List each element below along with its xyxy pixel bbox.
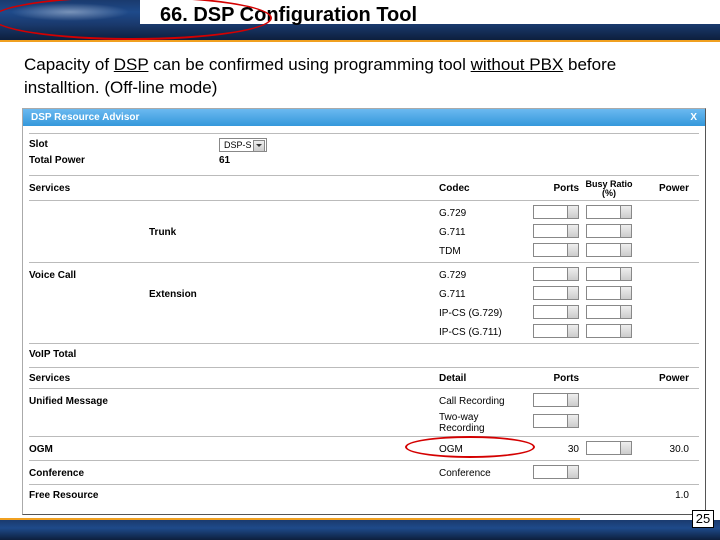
dsp-tool-window: DSP Resource Advisor X Slot DSP-S Total … <box>22 108 706 515</box>
col-ports: Ports <box>519 183 579 194</box>
col-codec: Codec <box>439 183 519 194</box>
codec-label: G.711 <box>439 289 519 300</box>
conference-label: Conference <box>29 468 149 479</box>
detail-label: Two-way Recording <box>439 412 519 434</box>
busy-spinner[interactable] <box>586 441 632 455</box>
section-services2: Services Detail Ports Power Unified Mess… <box>29 367 699 504</box>
ports-spinner[interactable] <box>533 393 579 407</box>
ogm-power: 30.0 <box>639 444 689 455</box>
extension-label: Extension <box>149 289 439 300</box>
voip-total-label: VoIP Total <box>29 349 149 360</box>
free-resource-label: Free Resource <box>29 490 149 501</box>
col-services: Services <box>29 373 149 384</box>
slot-select[interactable]: DSP-S <box>219 138 267 152</box>
slide-footer <box>0 518 720 540</box>
voice-call-label: Voice Call <box>29 270 149 281</box>
um-label: Unified Message <box>29 396 149 407</box>
ogm-label: OGM <box>29 444 149 455</box>
total-power-value: 61 <box>219 155 230 166</box>
busy-spinner[interactable] <box>586 267 632 281</box>
ogm-ports: 30 <box>519 444 579 455</box>
detail-label: Conference <box>439 468 519 479</box>
page-number: 25 <box>692 510 714 528</box>
col-detail: Detail <box>439 373 519 384</box>
col-ports: Ports <box>519 373 579 384</box>
busy-spinner[interactable] <box>586 243 632 257</box>
codec-label: G.729 <box>439 270 519 281</box>
total-power-label: Total Power <box>29 155 149 166</box>
codec-label: IP-CS (G.711) <box>439 327 519 338</box>
free-power: 1.0 <box>639 490 689 501</box>
codec-label: TDM <box>439 246 519 257</box>
ports-spinner[interactable] <box>533 286 579 300</box>
ports-spinner[interactable] <box>533 224 579 238</box>
tool-content: Slot DSP-S Total Power 61 Services Codec… <box>23 126 705 514</box>
col-power: Power <box>639 373 689 384</box>
detail-label: OGM <box>439 444 519 455</box>
col-services: Services <box>29 183 149 194</box>
ports-spinner[interactable] <box>533 414 579 428</box>
busy-spinner[interactable] <box>586 324 632 338</box>
codec-label: G.711 <box>439 227 519 238</box>
codec-label: IP-CS (G.729) <box>439 308 519 319</box>
slide-header: 66. DSP Configuration Tool <box>0 0 720 42</box>
body-paragraph: Capacity of DSP can be confirmed using p… <box>0 42 720 108</box>
ports-spinner[interactable] <box>533 305 579 319</box>
busy-spinner[interactable] <box>586 286 632 300</box>
col-busy: Busy Ratio (%) <box>579 180 639 198</box>
tool-title-label: DSP Resource Advisor <box>31 112 139 123</box>
ports-spinner[interactable] <box>533 324 579 338</box>
top-section: Slot DSP-S Total Power 61 <box>29 133 699 169</box>
trunk-label: Trunk <box>149 227 439 238</box>
section-voice: Services Codec Ports Busy Ratio (%) Powe… <box>29 175 699 363</box>
ports-spinner[interactable] <box>533 243 579 257</box>
slide-title: 66. DSP Configuration Tool <box>140 0 720 24</box>
ports-spinner[interactable] <box>533 205 579 219</box>
codec-label: G.729 <box>439 208 519 219</box>
ports-spinner[interactable] <box>533 465 579 479</box>
busy-spinner[interactable] <box>586 205 632 219</box>
col-power: Power <box>639 183 689 194</box>
busy-spinner[interactable] <box>586 305 632 319</box>
slot-label: Slot <box>29 139 149 150</box>
ports-spinner[interactable] <box>533 267 579 281</box>
detail-label: Call Recording <box>439 396 519 407</box>
tool-titlebar: DSP Resource Advisor X <box>23 109 705 126</box>
busy-spinner[interactable] <box>586 224 632 238</box>
header-decoration <box>0 0 160 42</box>
close-icon[interactable]: X <box>690 112 697 123</box>
